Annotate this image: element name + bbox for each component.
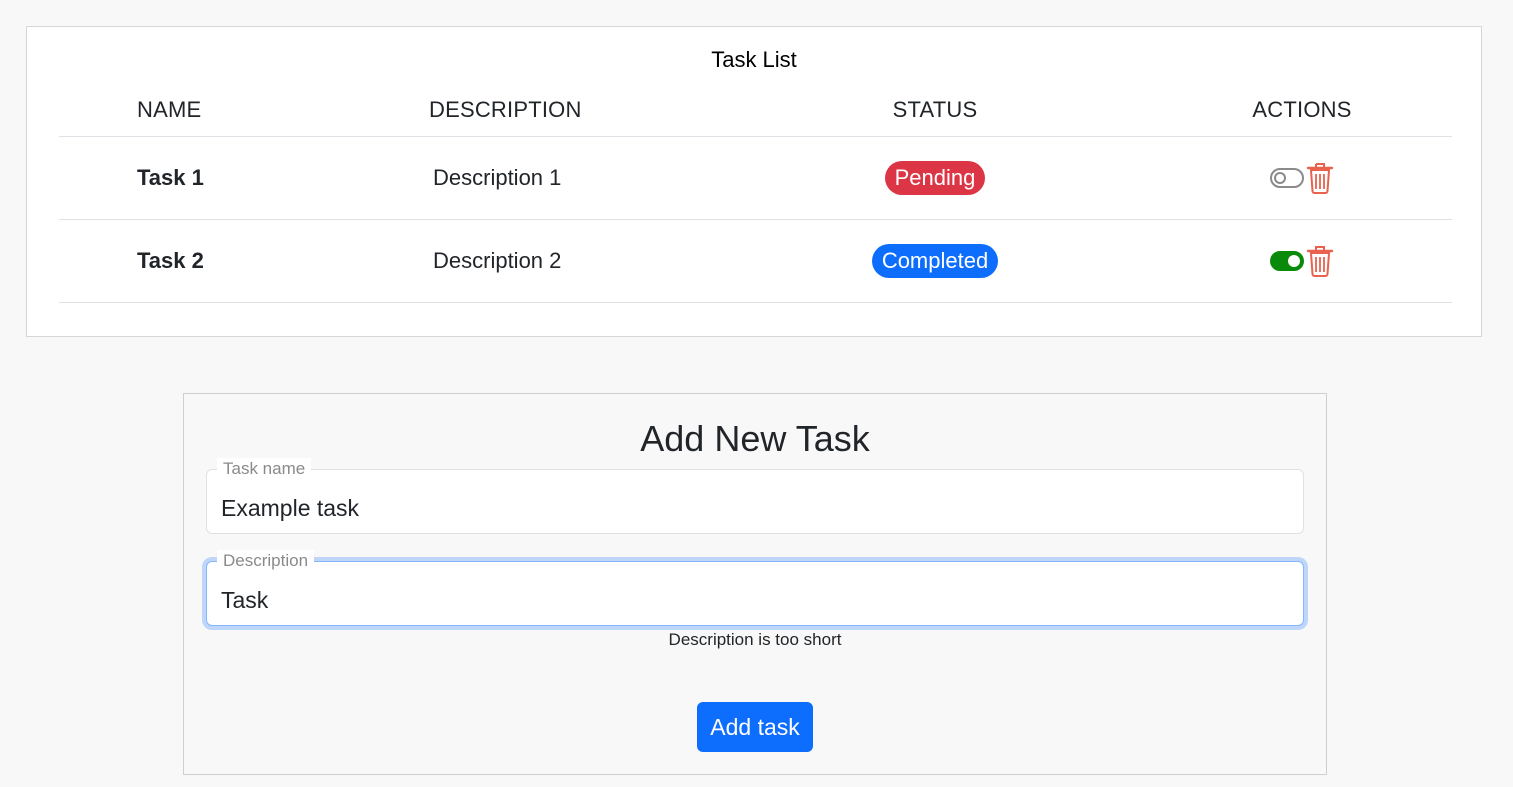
add-task-form: Add New Task Task name Example task Desc… (183, 393, 1327, 775)
task-description-cell: Description 1 (433, 165, 561, 191)
task-description-cell: Description 2 (433, 248, 561, 274)
task-list-title: Task List (711, 47, 797, 72)
task-name: Task 2 (137, 248, 204, 273)
status-badge: Pending (884, 161, 986, 195)
toggle-knob (1288, 255, 1300, 267)
description-input[interactable]: Task (221, 587, 268, 614)
trash-icon-graphic (1306, 163, 1334, 194)
validation-error: Description is too short (668, 630, 842, 649)
trash-icon[interactable] (1306, 162, 1334, 194)
actions-group (1270, 245, 1334, 277)
column-header-actions-label: ACTIONS (1252, 97, 1352, 122)
task-list-card: Task List NAME DESCRIPTION STATUS ACTION… (26, 26, 1482, 337)
table-row: Task 2 Description 2 Completed (59, 220, 1452, 303)
actions-group (1270, 162, 1334, 194)
description-label: Description (217, 550, 315, 572)
form-title: Add New Task (640, 418, 870, 459)
toggle-knob (1274, 172, 1286, 184)
trash-icon[interactable] (1306, 245, 1334, 277)
column-header-description: DESCRIPTION (429, 97, 582, 122)
trash-icon-graphic (1306, 246, 1334, 277)
add-task-button[interactable]: Add task (697, 702, 813, 752)
column-header-status-label: STATUS (892, 97, 978, 122)
table-row: Task 1 Description 1 Pending (59, 137, 1452, 220)
task-name-field[interactable]: Task name Example task (206, 458, 1304, 534)
task-description: Description 2 (433, 248, 562, 273)
task-name-input[interactable]: Example task (221, 495, 359, 522)
toggle-on-icon[interactable] (1270, 251, 1304, 271)
toggle-off-icon[interactable] (1270, 168, 1304, 188)
task-name-label: Task name (217, 458, 312, 480)
column-header-name: NAME (137, 97, 202, 122)
table-header-row: NAME DESCRIPTION STATUS ACTIONS (59, 97, 1452, 137)
task-name: Task 1 (137, 165, 204, 190)
task-description: Description 1 (433, 165, 562, 190)
status-badge: Completed (871, 244, 999, 278)
description-field[interactable]: Description Task (206, 550, 1304, 626)
task-table: NAME DESCRIPTION STATUS ACTIONS Task 1 D… (59, 97, 1452, 303)
